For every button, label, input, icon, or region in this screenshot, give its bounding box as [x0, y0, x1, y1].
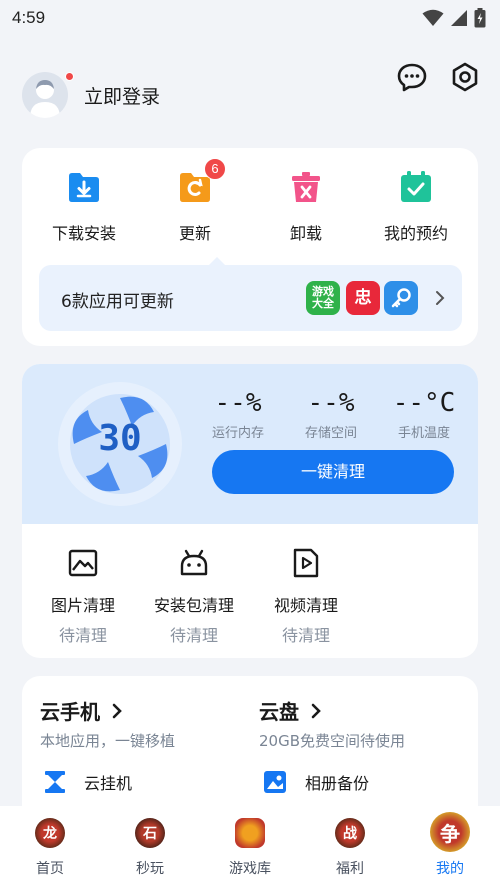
instant-play-glyph: 石	[143, 826, 157, 842]
notification-dot	[65, 72, 74, 81]
storage-value: --%	[307, 388, 355, 418]
app-thumb-game-hub: 游戏大全	[306, 281, 340, 315]
trash-icon	[289, 170, 323, 204]
nav-instant-play[interactable]: 石 秒玩	[110, 814, 190, 878]
uninstall-label: 卸载	[289, 224, 322, 243]
nav-welfare-label: 福利	[336, 861, 364, 877]
nav-game-library-label: 游戏库	[229, 861, 271, 877]
cloud-disk-title-text: 云盘	[259, 700, 299, 724]
nav-home[interactable]: 龙 首页	[10, 814, 90, 878]
update-icon: 6	[178, 158, 226, 204]
chevron-right-icon	[112, 703, 122, 719]
memory-label: 运行内存	[211, 426, 264, 441]
update-label: 更新	[178, 224, 211, 243]
status-time: 4:59	[12, 8, 46, 27]
cloud-disk-subtitle: 20GB免费空间待使用	[259, 732, 406, 750]
key-icon	[391, 288, 411, 308]
app-manager-card: 下载安装 6 更新 卸载 我的预约 6款应用可更新 游戏大全 忠	[22, 148, 478, 346]
update-bar-pointer	[209, 257, 225, 265]
update-summary-bar[interactable]: 6款应用可更新 游戏大全 忠	[39, 265, 462, 331]
image-clean-label: 图片清理	[50, 596, 115, 615]
update-button[interactable]: 6 更新	[140, 158, 250, 244]
package-clean-status: 待清理	[169, 626, 218, 645]
cloud-phone-subtitle: 本地应用，一键移植	[40, 732, 176, 750]
status-bar: 4:59	[0, 0, 500, 36]
update-summary-text: 6款应用可更新	[61, 292, 174, 312]
login-link[interactable]: 立即登录	[84, 82, 160, 109]
app-thumb-red-label: 忠	[354, 288, 372, 308]
image-clean-status: 待清理	[58, 626, 107, 645]
photo-album-icon	[264, 771, 286, 793]
cloud-hangup-item[interactable]: 云挂机	[44, 770, 132, 794]
chevron-right-icon	[436, 291, 445, 305]
nav-game-library[interactable]: 游戏库	[210, 814, 290, 878]
status-icons	[422, 8, 486, 28]
avatar[interactable]	[22, 72, 68, 118]
app-thumb-red: 忠	[346, 281, 380, 315]
memory-stat: --% 运行内存	[198, 388, 278, 441]
avatar-person-icon	[30, 80, 60, 118]
home-glyph: 龙	[43, 826, 57, 842]
welfare-icon: 战	[335, 818, 365, 848]
temperature-stat: --°C 手机温度	[384, 388, 464, 441]
phone-cleaner-card: 30 --% 运行内存 --% 存储空间 --°C 手机温度 一键清理 图片清理…	[22, 364, 478, 658]
temperature-value: --°C	[392, 388, 456, 418]
cloud-phone-title-text: 云手机	[40, 700, 100, 724]
storage-stat: --% 存储空间	[291, 388, 371, 441]
video-clean-status: 待清理	[281, 626, 330, 645]
wifi-icon	[422, 9, 444, 26]
cloud-services-card: 云手机 本地应用，一键移植 云盘 20GB免费空间待使用 云挂机 相册备份	[22, 676, 478, 826]
my-reservations-label: 我的预约	[383, 224, 448, 243]
image-icon	[68, 549, 98, 577]
video-icon	[293, 548, 319, 578]
album-backup-label: 相册备份	[305, 774, 370, 793]
cloud-hangup-label: 云挂机	[84, 774, 133, 793]
storage-label: 存储空间	[304, 426, 357, 441]
download-install-button[interactable]: 下载安装	[29, 170, 139, 244]
home-dragon-icon: 龙	[35, 818, 65, 848]
package-clean-label: 安装包清理	[153, 596, 234, 615]
android-icon	[180, 549, 208, 576]
settings-icon[interactable]	[448, 60, 482, 94]
signal-icon	[451, 10, 467, 26]
mine-icon: 争	[430, 812, 470, 852]
game-library-icon	[235, 818, 265, 848]
cloud-disk-title[interactable]: 云盘	[259, 696, 322, 725]
nav-welfare[interactable]: 战 福利	[310, 814, 390, 878]
uninstall-button[interactable]: 卸载	[251, 170, 361, 244]
cleaner-summary: 30 --% 运行内存 --% 存储空间 --°C 手机温度 一键清理	[22, 364, 478, 524]
battery-icon	[474, 8, 486, 28]
health-score: 30	[98, 418, 142, 459]
video-clean-item[interactable]: 视频清理 待清理	[251, 548, 361, 646]
welfare-glyph: 战	[343, 826, 357, 842]
package-clean-item[interactable]: 安装包清理 待清理	[139, 548, 249, 646]
temperature-label: 手机温度	[397, 426, 450, 441]
app-thumb-key	[384, 281, 418, 315]
nav-mine[interactable]: 争 我的	[410, 808, 490, 878]
nav-home-label: 首页	[36, 861, 64, 877]
cloud-phone-title[interactable]: 云手机	[40, 696, 123, 725]
my-reservations-button[interactable]: 我的预约	[361, 170, 471, 244]
album-backup-item[interactable]: 相册备份	[263, 770, 369, 794]
calendar-check-icon	[399, 170, 433, 204]
update-count-badge: 6	[204, 158, 226, 180]
instant-play-icon: 石	[135, 818, 165, 848]
one-key-clean-button[interactable]: 一键清理	[212, 450, 454, 494]
nav-mine-label: 我的	[436, 861, 464, 877]
download-folder-icon	[67, 170, 101, 204]
mine-glyph: 争	[440, 821, 460, 846]
image-clean-item[interactable]: 图片清理 待清理	[28, 548, 138, 646]
nav-instant-play-label: 秒玩	[136, 861, 164, 877]
message-icon[interactable]	[395, 60, 429, 94]
chevron-right-icon	[311, 703, 321, 719]
bottom-navigation: 龙 首页 石 秒玩 游戏库 战 福利 争 我的	[0, 806, 500, 889]
profile-header: 立即登录	[0, 60, 500, 130]
hourglass-icon	[45, 771, 65, 793]
video-clean-label: 视频清理	[273, 596, 338, 615]
memory-value: --%	[214, 388, 262, 418]
app-thumb-game-hub-label: 游戏大全	[312, 285, 334, 310]
download-install-label: 下载安装	[51, 224, 116, 243]
